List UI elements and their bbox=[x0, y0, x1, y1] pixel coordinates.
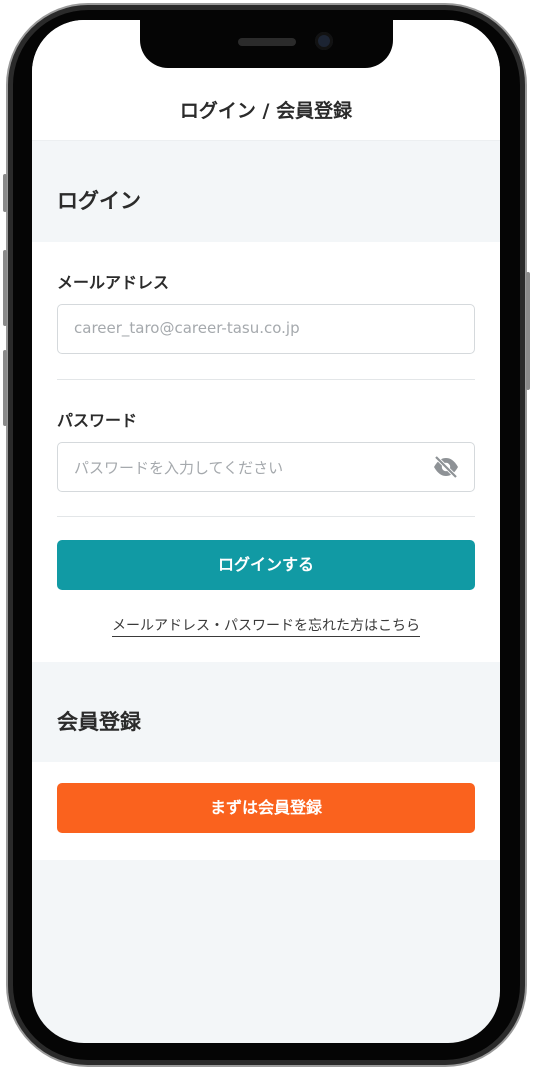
phone-side-button-volume-up bbox=[3, 250, 7, 326]
login-section-header: ログイン bbox=[32, 141, 500, 242]
password-field[interactable]: パスワードを入力してください bbox=[57, 442, 475, 492]
divider bbox=[57, 516, 475, 517]
front-camera bbox=[315, 32, 333, 50]
phone-side-button-mute bbox=[3, 174, 7, 212]
page-title: ログイン / 会員登録 bbox=[179, 100, 353, 122]
speaker-grille bbox=[238, 38, 296, 46]
divider bbox=[57, 379, 475, 380]
email-field[interactable]: career_taro@career-tasu.co.jp bbox=[57, 304, 475, 354]
phone-side-button-volume-down bbox=[3, 350, 7, 426]
email-label: メールアドレス bbox=[57, 273, 170, 292]
forgot-credentials-link-text: メールアドレス・パスワードを忘れた方はこちら bbox=[112, 618, 420, 637]
phone-notch bbox=[140, 20, 393, 68]
password-label: パスワード bbox=[57, 411, 138, 430]
register-section-header: 会員登録 bbox=[32, 662, 500, 762]
register-button[interactable]: まずは会員登録 bbox=[57, 783, 475, 833]
forgot-credentials-link[interactable]: メールアドレス・パスワードを忘れた方はこちら bbox=[32, 615, 500, 637]
phone-screen: ログイン / 会員登録 ログイン メールアドレス career_taro@car… bbox=[32, 20, 500, 1043]
register-section-title: 会員登録 bbox=[57, 710, 141, 734]
email-placeholder: career_taro@career-tasu.co.jp bbox=[74, 319, 300, 337]
login-button[interactable]: ログインする bbox=[57, 540, 475, 590]
phone-side-button-power bbox=[526, 272, 530, 390]
register-panel: まずは会員登録 bbox=[32, 762, 500, 860]
login-form: メールアドレス career_taro@career-tasu.co.jp パス… bbox=[32, 242, 500, 662]
password-placeholder: パスワードを入力してください bbox=[74, 459, 284, 477]
login-section-title: ログイン bbox=[57, 189, 141, 213]
eye-slash-icon[interactable] bbox=[432, 455, 460, 479]
